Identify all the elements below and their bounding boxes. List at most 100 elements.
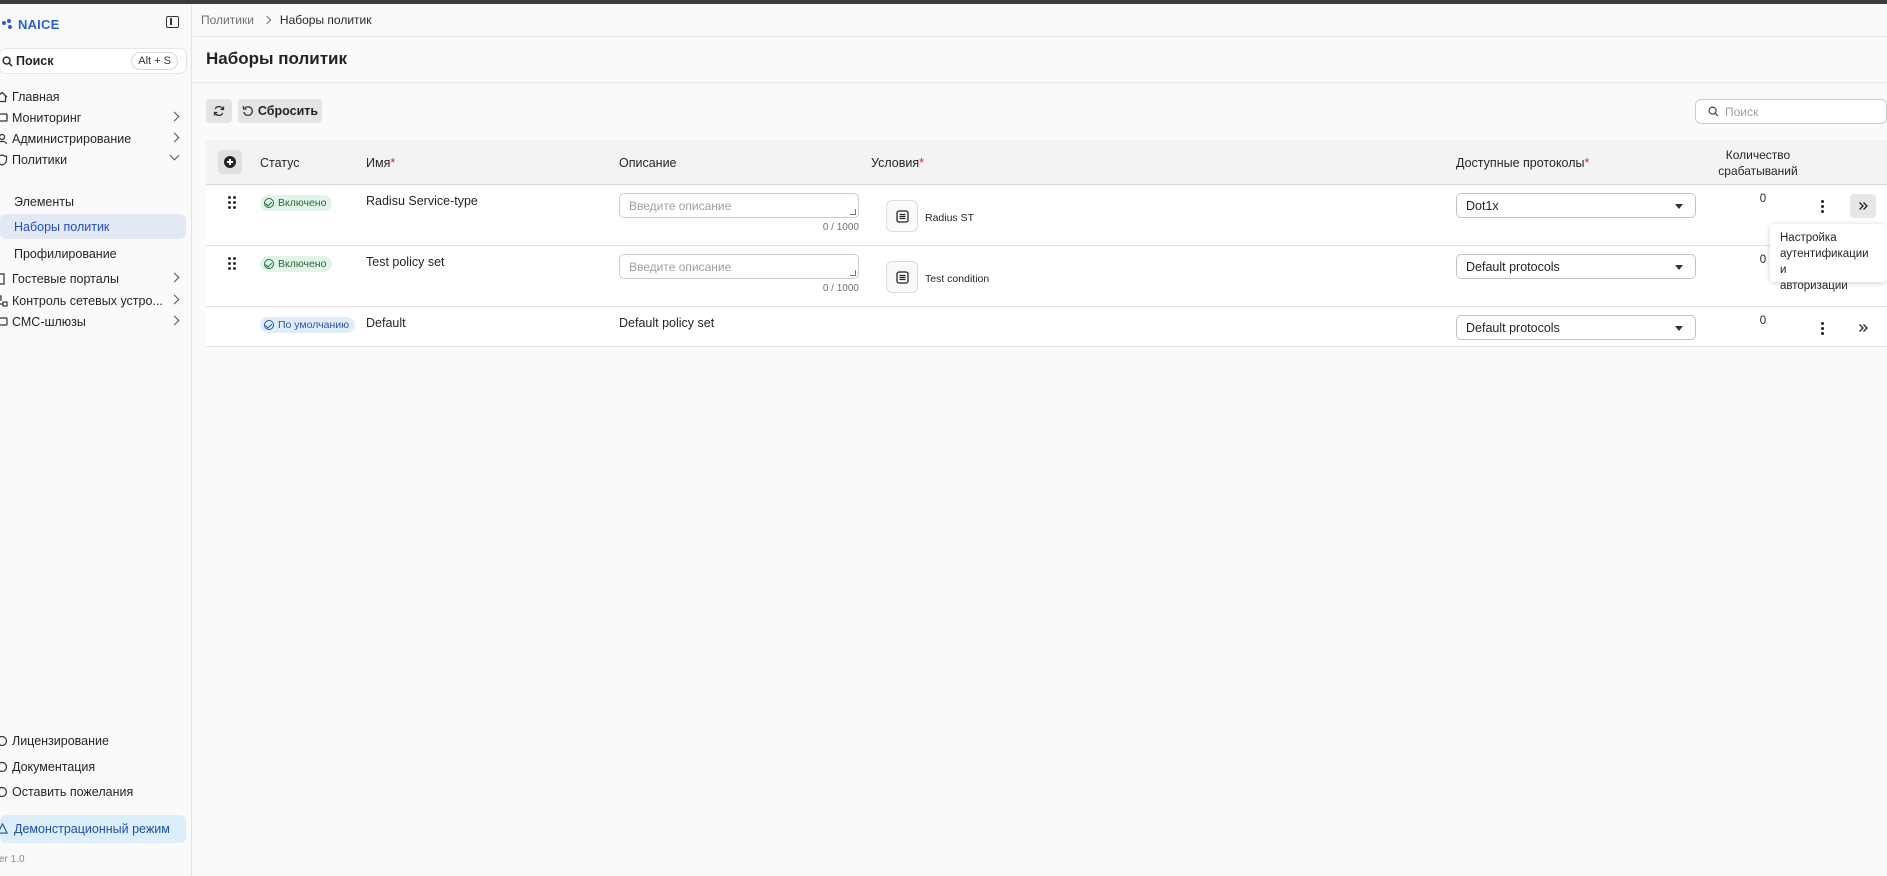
sidebar-item-label: Мониторинг — [12, 110, 82, 125]
protocols-select[interactable]: Default protocols — [1456, 315, 1696, 340]
table-search[interactable] — [1695, 99, 1887, 124]
sidebar-search[interactable]: Поиск Alt + S — [0, 49, 186, 73]
tooltip-line: Настройка — [1780, 232, 1837, 244]
hits-count: 0 — [1759, 254, 1767, 266]
resize-grip-icon[interactable] — [850, 270, 856, 276]
open-details-button[interactable] — [1850, 194, 1876, 218]
double-chevron-right-icon — [1858, 202, 1868, 210]
table-row[interactable]: Включено Radisu Service-type 0 / 1000 Ra… — [206, 186, 1887, 246]
sidebar-item-feedback[interactable]: Оставить пожелания — [0, 779, 186, 804]
resize-grip-icon[interactable] — [850, 209, 856, 215]
brand-name: NAICE — [18, 16, 60, 32]
portal-icon — [0, 272, 5, 285]
double-chevron-right-icon — [1858, 324, 1868, 332]
chevron-right-icon — [169, 294, 180, 305]
user-icon — [0, 133, 8, 144]
table-header: Статус Имя * Описание Условия * Доступные … — [206, 140, 1887, 185]
divider — [193, 36, 1887, 37]
required-mark: * — [919, 155, 925, 170]
check-circle-icon — [264, 259, 274, 269]
refresh-icon — [213, 105, 225, 117]
add-policy-set-button[interactable] — [218, 150, 242, 174]
search-icon — [2, 55, 13, 67]
condition-label: Radius ST — [925, 212, 975, 224]
chevron-right-icon — [169, 315, 180, 326]
home-icon — [0, 91, 8, 102]
status-badge: По умолчанию — [260, 317, 356, 333]
caret-down-icon — [1675, 326, 1683, 331]
chevron-right-icon — [169, 111, 180, 122]
sidebar-item-licensing[interactable]: Лицензирование — [0, 728, 186, 753]
description-input[interactable] — [629, 198, 839, 213]
protocols-select[interactable]: Default protocols — [1456, 254, 1696, 279]
protocols-select-value: Dot1x — [1466, 198, 1499, 213]
plus-circle-icon — [224, 156, 236, 168]
sidebar-item-policies[interactable]: Политики — [0, 147, 186, 172]
drag-handle-icon[interactable] — [228, 196, 236, 209]
breadcrumb-parent[interactable]: Политики — [201, 13, 254, 27]
protocols-select-value: Default protocols — [1466, 320, 1560, 335]
caret-down-icon — [1675, 265, 1683, 270]
sidebar-item-documentation[interactable]: Документация — [0, 754, 186, 779]
demo-mode-banner[interactable]: Демонстрационный режим — [0, 815, 186, 843]
table-search-input[interactable] — [1725, 104, 1875, 119]
condition-button[interactable] — [886, 261, 918, 293]
help-icon — [0, 761, 8, 772]
column-hits: Количество срабатываний — [1696, 140, 1820, 185]
table-row[interactable]: Включено Test policy set 0 / 1000 Test c… — [206, 247, 1887, 307]
more-actions-icon[interactable] — [1820, 322, 1824, 336]
sidebar-item-sms-gateways[interactable]: СМС-шлюзы — [0, 309, 186, 334]
feedback-icon — [0, 786, 8, 797]
sidebar-item-label: Лицензирование — [12, 733, 109, 748]
open-details-button[interactable] — [1850, 316, 1876, 340]
column-hits-label-line2: срабатываний — [1718, 163, 1798, 178]
status-badge: Включено — [260, 256, 333, 272]
sidebar-item-label: Профилирование — [14, 246, 117, 261]
page-title: Наборы политик — [206, 49, 348, 68]
more-actions-icon[interactable] — [1820, 200, 1824, 214]
table-row[interactable]: По умолчанию Default Default policy set … — [206, 308, 1887, 347]
column-protocols: Доступные протоколы * — [1456, 140, 1589, 185]
check-circle-icon — [264, 320, 274, 330]
sidebar-item-profiling[interactable]: Профилирование — [0, 241, 186, 266]
sidebar: NAICE Поиск Alt + S Главная Мониторинг А… — [0, 4, 192, 876]
status-badge-label: По умолчанию — [278, 319, 350, 331]
protocols-select[interactable]: Dot1x — [1456, 193, 1696, 218]
column-conditions: Условия * — [871, 140, 924, 185]
description-input[interactable] — [629, 259, 839, 274]
search-shortcut: Alt + S — [131, 52, 178, 70]
sidebar-item-label: СМС-шлюзы — [12, 314, 86, 329]
sidebar-item-label: Политики — [12, 152, 68, 167]
description-field[interactable] — [619, 193, 859, 218]
drag-handle-icon[interactable] — [228, 257, 236, 270]
hits-count: 0 — [1759, 315, 1767, 327]
sidebar-item-label: Элементы — [14, 194, 74, 209]
brand[interactable]: NAICE — [0, 14, 59, 34]
sidebar-item-elements[interactable]: Элементы — [0, 189, 186, 214]
condition-label: Test condition — [925, 273, 990, 285]
column-description-label: Описание — [619, 155, 677, 170]
reset-button[interactable]: Сбросить — [238, 99, 322, 123]
description-field[interactable] — [619, 254, 859, 279]
caret-down-icon — [1675, 204, 1683, 209]
chevron-right-icon — [169, 132, 180, 143]
search-icon — [1708, 106, 1719, 117]
policy-set-name: Radisu Service-type — [366, 194, 478, 208]
sidebar-item-label: Контроль сетевых устро... — [12, 293, 163, 308]
collapse-sidebar-icon[interactable] — [166, 16, 179, 28]
warning-icon — [0, 823, 8, 834]
tooltip: Настройка аутентификации и авторизации — [1770, 224, 1887, 292]
condition-button[interactable] — [886, 200, 918, 232]
tooltip-line: аутентификации и — [1780, 248, 1869, 276]
divider — [193, 82, 1887, 83]
condition-list-icon — [895, 209, 909, 223]
status-badge-label: Включено — [278, 197, 327, 209]
column-protocols-label: Доступные протоколы — [1456, 155, 1585, 170]
refresh-button[interactable] — [206, 99, 232, 123]
reset-button-label: Сбросить — [257, 104, 319, 118]
sidebar-item-policy-sets[interactable]: Наборы политик — [0, 214, 186, 239]
policy-set-name: Default — [366, 316, 406, 330]
chevron-right-icon — [169, 272, 180, 283]
description-counter: 0 / 1000 — [822, 283, 859, 294]
shield-check-icon — [0, 153, 8, 166]
